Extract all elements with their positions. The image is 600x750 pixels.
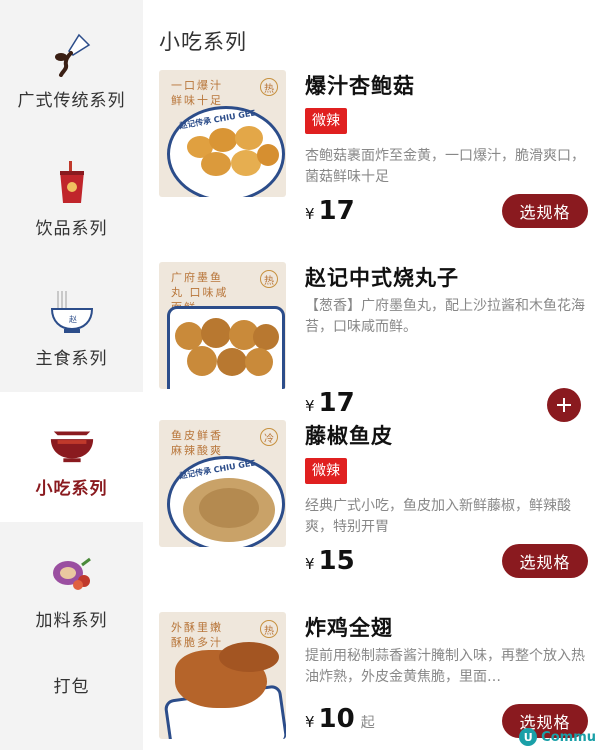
food-piece [199,488,259,528]
product-image: 一口爆汁 鲜味十足 热 赵记传承 CHIU GEE [159,70,286,197]
food-piece [245,348,273,376]
food-piece [217,348,247,376]
product-description: 提前用秘制蒜香酱汁腌制入味，再整个放入热油炸熟，外皮金黄焦脆，里面… [305,648,585,685]
food-piece [201,152,231,176]
sidebar-item-label: 打包 [53,677,90,697]
sidebar-item-addons[interactable]: 加料系列 [0,550,143,650]
food-piece [209,128,237,152]
product-image: 鱼皮鲜香 麻辣酸爽 冷 赵记传承 CHIU GEE [159,420,286,547]
spicy-tag: 微辣 [305,108,347,134]
price-value: 17 [318,196,355,226]
food-piece [201,318,231,348]
food-piece [257,144,279,166]
sidebar-item-cantonese-traditional[interactable]: 广式传统系列 [0,30,143,130]
price-value: 17 [318,388,355,418]
sidebar-item-label: 饮品系列 [35,219,108,239]
price-value: 15 [318,546,355,576]
product-name: 炸鸡全翅 [305,616,393,640]
sidebar-item-label: 广式传统系列 [17,91,126,111]
currency-symbol: ¥ [305,713,315,731]
noodle-bowl-icon: 赵 [48,288,96,336]
section-title: 小吃系列 [159,30,247,54]
plus-icon [557,398,571,412]
image-tagline: 鱼皮鲜香 麻辣酸爽 [171,429,223,457]
product-image: 外酥里嫩 酥脆多汁 热 [159,612,286,739]
currency-symbol: ¥ [305,555,315,573]
temperature-badge: 热 [260,78,278,96]
select-spec-button[interactable]: 选规格 [502,544,588,578]
image-tagline: 外酥里嫩 酥脆多汁 [171,621,223,649]
watermark-text: Commu [541,729,596,745]
svg-text:赵: 赵 [69,314,77,324]
sidebar-item-label: 小吃系列 [35,479,108,499]
sidebar-item-label: 主食系列 [35,349,108,369]
watermark-logo: U Commu [519,728,596,746]
sidebar-item-label: 加料系列 [35,611,108,631]
product-card[interactable]: 一口爆汁 鲜味十足 热 赵记传承 CHIU GEE 爆汁杏鲍菇 微辣 杏鲍菇裹面… [159,70,589,230]
product-description: 【葱香】广府墨鱼丸，配上沙拉酱和木鱼花海苔，口味咸而鲜。 [305,298,585,335]
currency-symbol: ¥ [305,397,315,415]
drink-cup-icon [48,158,96,206]
temperature-badge: 冷 [260,428,278,446]
u-logo-icon: U [519,728,538,746]
product-name: 藤椒鱼皮 [305,424,393,448]
product-description: 经典广式小吃，鱼皮加入新鲜藤椒，鲜辣酸爽，特别开胃 [305,498,571,535]
product-price: ¥ 15 [305,546,355,576]
currency-symbol: ¥ [305,205,315,223]
product-card[interactable]: 广府墨鱼丸 口味咸而鲜 热 赵记中式烧丸子 【葱香】广府墨鱼丸，配上沙拉酱和木鱼… [159,262,589,422]
food-piece [219,642,279,672]
category-sidebar: 广式传统系列 饮品系列 赵 主食系列 小吃系列 加料系列 打包 [0,0,143,750]
product-list: 小吃系列 一口爆汁 鲜味十足 热 赵记传承 CHIU GEE 爆汁杏鲍菇 微辣 … [143,0,600,750]
price-suffix: 起 [360,715,375,731]
product-name: 赵记中式烧丸子 [305,266,459,290]
sidebar-item-staple[interactable]: 赵 主食系列 [0,288,143,388]
sauce-pour-icon [48,30,96,78]
product-name: 爆汁杏鲍菇 [305,74,415,98]
product-image: 广府墨鱼丸 口味咸而鲜 热 [159,262,286,389]
temperature-badge: 热 [260,270,278,288]
temperature-badge: 热 [260,620,278,638]
add-to-cart-button[interactable] [547,388,581,422]
food-piece [253,324,279,350]
product-description: 杏鲍菇裹面炸至金黄，一口爆汁，脆滑爽口，菌菇鲜味十足 [305,148,585,185]
product-card[interactable]: 鱼皮鲜香 麻辣酸爽 冷 赵记传承 CHIU GEE 藤椒鱼皮 微辣 经典广式小吃… [159,420,589,580]
sidebar-divider [0,522,143,536]
sidebar-item-snacks[interactable]: 小吃系列 [0,418,143,518]
image-tagline: 一口爆汁 鲜味十足 [171,79,223,107]
ingredients-icon [48,550,96,598]
food-piece [187,346,217,376]
product-price: ¥ 17 [305,388,355,418]
food-piece [235,126,263,150]
snack-bowl-icon [48,418,96,466]
sidebar-item-takeaway[interactable]: 打包 [0,672,143,712]
sidebar-item-drinks[interactable]: 饮品系列 [0,158,143,258]
spicy-tag: 微辣 [305,458,347,484]
select-spec-button[interactable]: 选规格 [502,194,588,228]
product-price: ¥ 17 [305,196,355,226]
product-price: ¥ 10 起 [305,704,375,734]
price-value: 10 [318,704,355,734]
